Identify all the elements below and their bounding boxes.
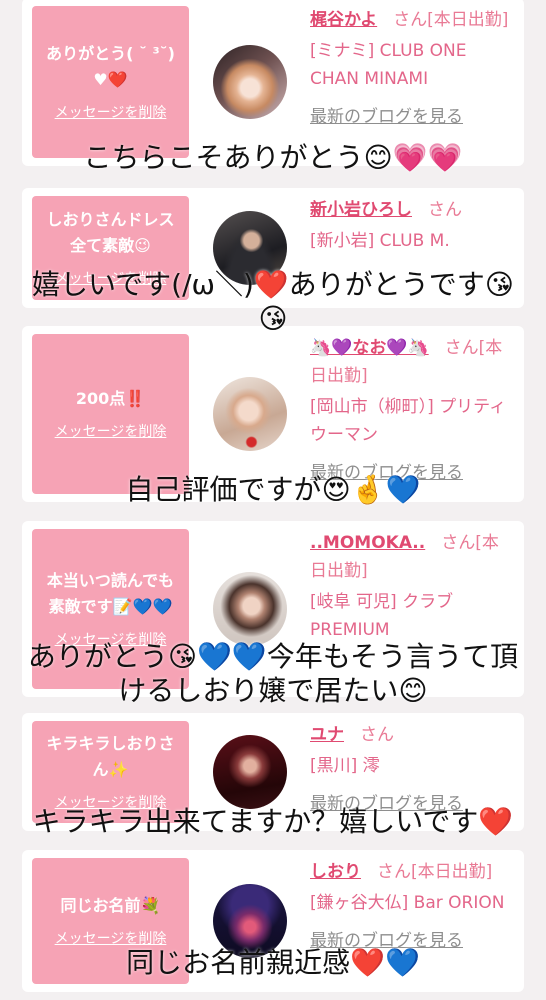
shop-info: [ミナミ] CLUB ONE CHAN MINAMI bbox=[310, 41, 467, 89]
message-text: キラキラしおりさん✨ bbox=[46, 734, 175, 779]
shop-info: [鎌ヶ谷大仏] Bar ORION bbox=[310, 893, 505, 913]
overlay-caption-line: こちらこそありがとう😊💗💗 bbox=[83, 141, 463, 174]
latest-blog-link[interactable]: 最新のブログを見る bbox=[310, 103, 463, 131]
name-line: ユナ さん bbox=[310, 721, 510, 749]
name-suffix: さん bbox=[360, 725, 394, 745]
message-bubble: 200点‼️ メッセージを削除 bbox=[32, 334, 189, 494]
avatar[interactable] bbox=[213, 735, 287, 809]
profile-name-link[interactable]: 梶谷かよ bbox=[310, 10, 377, 30]
profile-name-link[interactable]: 新小岩ひろし bbox=[310, 200, 412, 220]
overlay-caption-line: ありがとう😘💙💙今年もそう言うて頂 bbox=[27, 640, 519, 673]
name-line: 新小岩ひろし さん bbox=[310, 196, 510, 224]
message-text: 同じお名前💐 bbox=[60, 896, 161, 915]
name-line: 🦄💜なお💜🦄 さん[本日出勤] bbox=[310, 334, 510, 390]
delete-message-link[interactable]: メッセージを削除 bbox=[55, 422, 167, 442]
shop-info: [岐阜 可児] クラブPREMIUM bbox=[310, 592, 454, 640]
overlay-caption-line: キラキラ出来てますか？嬉しいです❤️ bbox=[32, 805, 514, 838]
name-suffix: さん[本日出勤] bbox=[377, 862, 493, 882]
profile-name-link[interactable]: ユナ bbox=[310, 725, 344, 745]
overlay-caption: ありがとう😘💙💙今年もそう言うて頂 けるしおり嬢で居たい😊 bbox=[0, 640, 546, 708]
shop-info: [黒川] 澪 bbox=[310, 756, 380, 776]
overlay-caption: 嬉しいです(/ω＼)❤️ありがとうです😘 😘 bbox=[0, 268, 546, 336]
profile-info: ..MOMOKA.. さん[本日出勤] [岐阜 可児] クラブPREMIUM bbox=[310, 529, 510, 644]
profile-info: ユナ さん [黒川] 澪 最新のブログを見る bbox=[310, 721, 510, 818]
overlay-caption: キラキラ出来てますか？嬉しいです❤️ bbox=[0, 805, 546, 839]
message-text: 本当いつ読んでも素敵です📝💙💙 bbox=[46, 571, 175, 616]
name-suffix: さん[本日出勤] bbox=[393, 10, 509, 30]
overlay-caption-line: 嬉しいです(/ω＼)❤️ありがとうです😘 bbox=[32, 268, 514, 301]
message-text: しおりさんドレス全て素敵😉 bbox=[46, 210, 175, 255]
shop-info: [新小岩] CLUB M. bbox=[310, 231, 450, 251]
profile-name-link[interactable]: 🦄💜なお💜🦄 bbox=[310, 338, 429, 358]
message-text: 200点‼️ bbox=[75, 389, 146, 408]
overlay-caption: 同じお名前親近感❤️💙 bbox=[0, 946, 546, 980]
shop-info: [岡山市（柳町）] プリティウーマン bbox=[310, 397, 507, 445]
overlay-caption: こちらこそありがとう😊💗💗 bbox=[0, 141, 546, 175]
profile-info: 🦄💜なお💜🦄 さん[本日出勤] [岡山市（柳町）] プリティウーマン 最新のブログ… bbox=[310, 334, 510, 487]
overlay-caption-line: 😘 bbox=[258, 302, 288, 335]
profile-name-link[interactable]: ..MOMOKA.. bbox=[310, 533, 425, 553]
profile-name-link[interactable]: しおり bbox=[310, 862, 361, 882]
name-line: しおり さん[本日出勤] bbox=[310, 858, 510, 886]
profile-info: 梶谷かよ さん[本日出勤] [ミナミ] CLUB ONE CHAN MINAMI … bbox=[310, 6, 510, 131]
profile-info: 新小岩ひろし さん [新小岩] CLUB M. bbox=[310, 196, 510, 255]
avatar[interactable] bbox=[213, 45, 287, 119]
overlay-caption-line: けるしおり嬢で居たい😊 bbox=[118, 674, 428, 707]
avatar[interactable] bbox=[213, 572, 287, 646]
avatar[interactable] bbox=[213, 377, 287, 451]
name-suffix: さん bbox=[428, 200, 462, 220]
overlay-caption: 自己評価ですが😍🤞💙 bbox=[0, 473, 546, 507]
message-list-page: ありがとう( ˘ ³˘)♥❤️ メッセージを削除 梶谷かよ さん[本日出勤] [ミ… bbox=[0, 0, 546, 1000]
message-bubble: ありがとう( ˘ ³˘)♥❤️ メッセージを削除 bbox=[32, 6, 189, 158]
name-line: 梶谷かよ さん[本日出勤] bbox=[310, 6, 510, 34]
name-line: ..MOMOKA.. さん[本日出勤] bbox=[310, 529, 510, 585]
message-text: ありがとう( ˘ ³˘)♥❤️ bbox=[46, 44, 175, 89]
overlay-caption-line: 同じお名前親近感❤️💙 bbox=[126, 946, 420, 979]
profile-info: しおり さん[本日出勤] [鎌ヶ谷大仏] Bar ORION 最新のブログを見る bbox=[310, 858, 510, 955]
delete-message-link[interactable]: メッセージを削除 bbox=[55, 103, 167, 123]
overlay-caption-line: 自己評価ですが😍🤞💙 bbox=[125, 473, 421, 506]
